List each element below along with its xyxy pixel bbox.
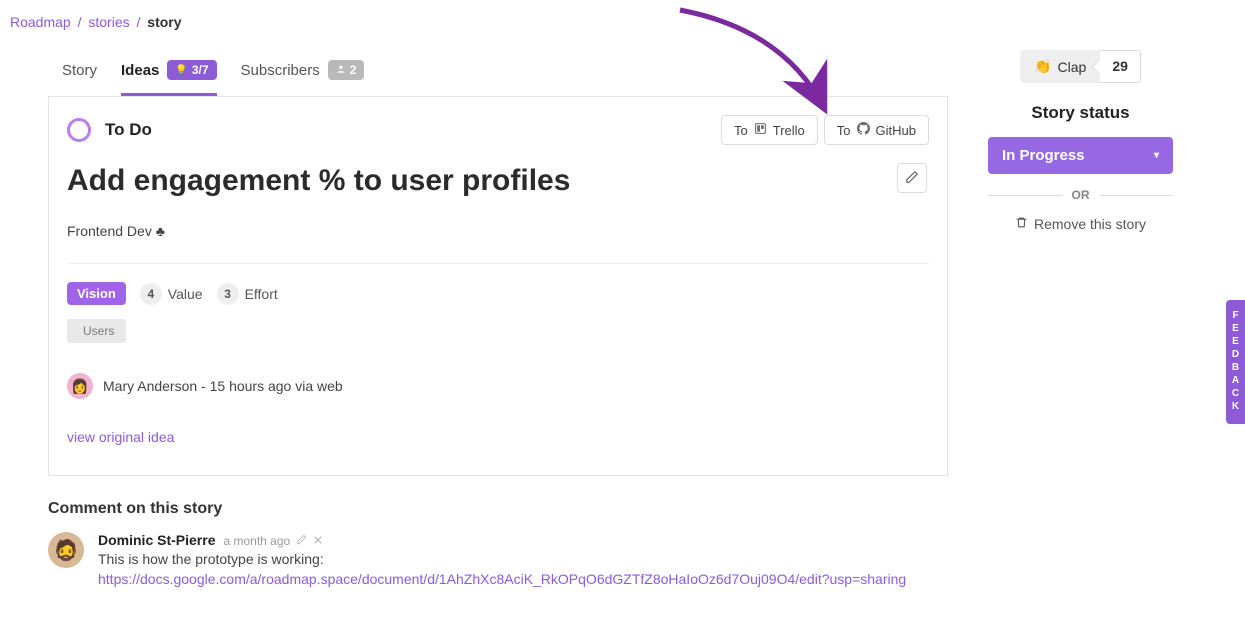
subscribers-count-badge: 2	[328, 60, 365, 80]
comment-avatar: 🧔	[48, 532, 84, 568]
author-name: Mary Anderson	[103, 378, 197, 394]
or-divider: OR	[988, 188, 1173, 202]
value-metric: 4 Value	[140, 283, 203, 305]
person-icon	[336, 63, 346, 77]
author-meta: - 15 hours ago via web	[201, 378, 343, 394]
clap-icon: 👏	[1034, 58, 1051, 75]
breadcrumb-stories[interactable]: stories	[88, 14, 129, 30]
clap-label: Clap	[1058, 59, 1087, 75]
comments-heading: Comment on this story	[48, 500, 948, 518]
status-value: In Progress	[1002, 147, 1085, 164]
pencil-icon	[905, 170, 919, 187]
edit-comment-icon[interactable]	[296, 534, 307, 548]
chevron-down-icon: ▾	[1154, 150, 1159, 161]
status-label: To Do	[105, 120, 152, 140]
clap-button[interactable]: 👏 Clap	[1020, 50, 1100, 83]
ideas-count-badge: 💡 3/7	[167, 60, 216, 80]
trello-icon	[754, 122, 767, 138]
breadcrumb-sep: /	[137, 14, 141, 30]
breadcrumb-sep: /	[78, 14, 82, 30]
comment-text: This is how the prototype is working:	[98, 551, 324, 567]
tab-story[interactable]: Story	[62, 46, 97, 95]
tab-subscribers[interactable]: Subscribers 2	[241, 44, 365, 96]
breadcrumb-current: story	[147, 14, 181, 30]
story-tabs: Story Ideas 💡 3/7 Subscribers 2	[48, 44, 948, 97]
breadcrumb-root[interactable]: Roadmap	[10, 14, 71, 30]
effort-metric: 3 Effort	[217, 283, 278, 305]
or-label: OR	[1072, 188, 1090, 202]
lightbulb-icon: 💡	[175, 65, 187, 76]
status-circle-icon	[67, 118, 91, 142]
value-score: 4	[140, 283, 162, 305]
trello-label: Trello	[773, 123, 805, 138]
trash-icon	[1015, 216, 1028, 232]
export-trello-button[interactable]: To Trello	[721, 115, 818, 145]
edit-story-button[interactable]	[897, 163, 927, 193]
clap-count: 29	[1100, 50, 1141, 83]
comment-item: 🧔 Dominic St-Pierre a month ago	[48, 532, 948, 589]
comment-author-name: Dominic St-Pierre	[98, 532, 215, 548]
value-label: Value	[168, 286, 203, 302]
tab-ideas[interactable]: Ideas 💡 3/7	[121, 44, 217, 96]
story-author: 👩 Mary Anderson - 15 hours ago via web	[67, 373, 929, 399]
vision-pill[interactable]: Vision	[67, 282, 126, 305]
github-label: GitHub	[876, 123, 916, 138]
remove-story-label: Remove this story	[1034, 216, 1146, 232]
divider	[67, 263, 929, 264]
effort-label: Effort	[245, 286, 278, 302]
view-original-idea-link[interactable]: view original idea	[67, 429, 174, 445]
subscribers-badge-text: 2	[350, 63, 357, 77]
story-card: To Do To Trello To	[48, 97, 948, 476]
export-github-button[interactable]: To GitHub	[824, 115, 929, 145]
tab-ideas-label: Ideas	[121, 62, 159, 79]
comment-link[interactable]: https://docs.google.com/a/roadmap.space/…	[98, 571, 906, 587]
story-title: Add engagement % to user profiles	[67, 163, 570, 199]
breadcrumb: Roadmap / stories / story	[0, 0, 1245, 44]
to-label: To	[837, 123, 851, 138]
remove-story-button[interactable]: Remove this story	[988, 216, 1173, 232]
delete-comment-icon[interactable]	[313, 534, 323, 548]
author-avatar: 👩	[67, 373, 93, 399]
story-category: Frontend Dev ♣	[67, 223, 929, 239]
effort-score: 3	[217, 283, 239, 305]
github-icon	[857, 122, 870, 138]
ideas-badge-text: 3/7	[192, 63, 209, 77]
comment-timestamp: a month ago	[223, 534, 290, 548]
to-label: To	[734, 123, 748, 138]
sidebar-heading: Story status	[988, 103, 1173, 123]
tag-users[interactable]: Users	[67, 319, 126, 343]
status-dropdown[interactable]: In Progress ▾	[988, 137, 1173, 174]
feedback-tab[interactable]: FEEDBACK	[1226, 300, 1245, 424]
tab-subscribers-label: Subscribers	[241, 62, 320, 79]
